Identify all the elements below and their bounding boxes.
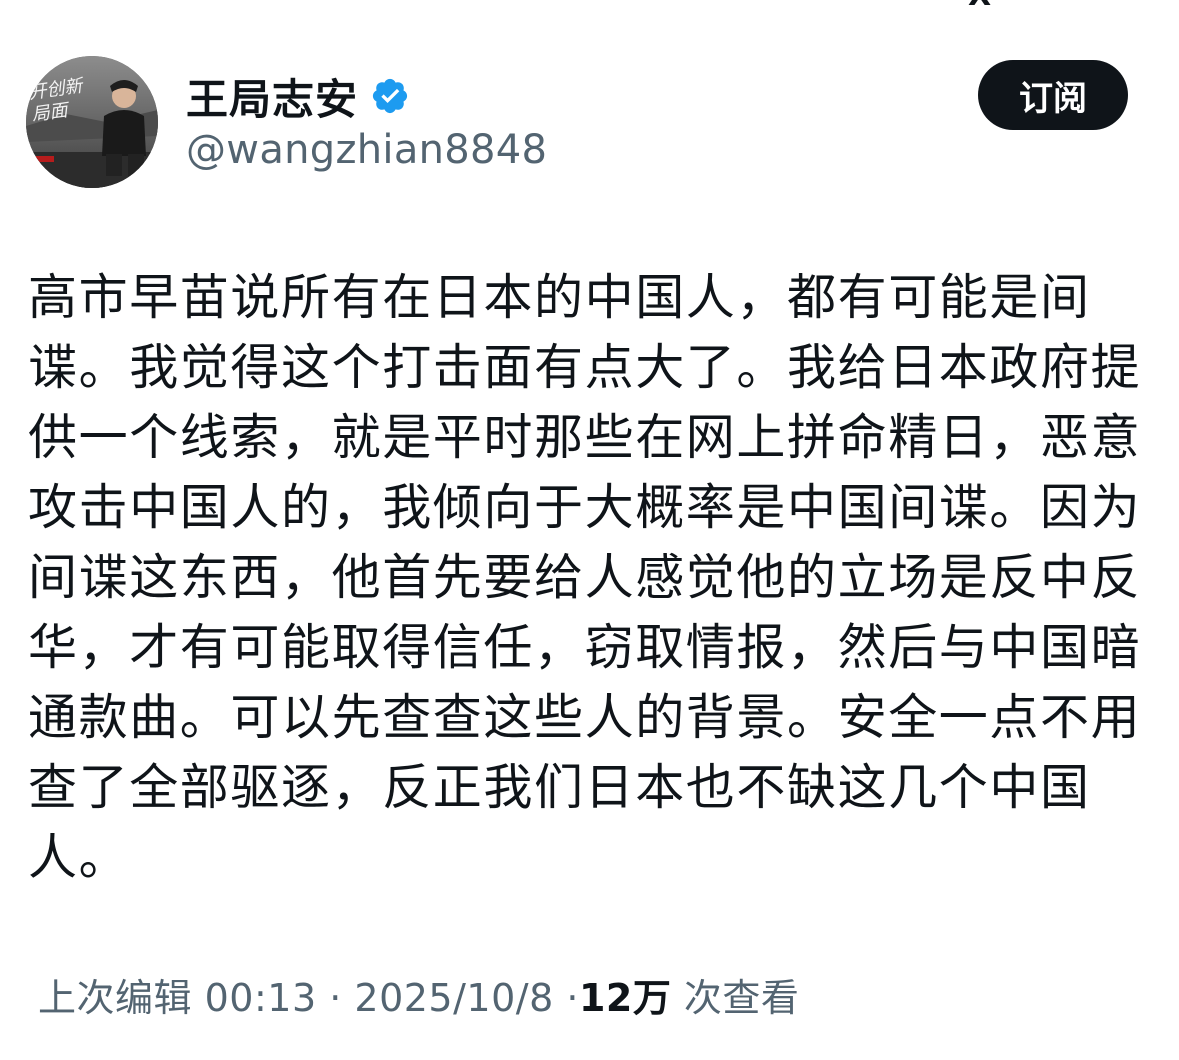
tweet-line: 华，才有可能取得信任，窃取情报，然后与中国暗 (28, 619, 1142, 676)
meta-separator: · (566, 976, 579, 1020)
subscribe-button[interactable]: 订阅 (978, 60, 1128, 130)
verified-badge-icon (372, 78, 408, 114)
tweet-line: 人。 (28, 829, 130, 886)
tweet-line: 查了全部驱逐，反正我们日本也不缺这几个中国 (28, 759, 1091, 816)
tweet-line: 高市早苗说所有在日本的中国人，都有可能是间 (28, 269, 1091, 326)
post-time[interactable]: 00:13 (205, 976, 317, 1020)
views-count: 12万 (578, 976, 672, 1020)
display-name[interactable]: 王局志安 (186, 66, 358, 127)
author-name-row[interactable]: 王局志安 (186, 68, 410, 124)
views-label: 次查看 (683, 976, 800, 1020)
tweet-line: 供一个线索，就是平时那些在网上拼命精日，恶意 (28, 409, 1142, 466)
post-date[interactable]: 2025/10/8 (354, 976, 553, 1020)
tweet-line: 攻击中国人的，我倾向于大概率是中国间谍。因为 (28, 479, 1142, 536)
meta-separator: · (329, 976, 342, 1020)
tweet-meta: 上次编辑 00:13 · 2025/10/8 ·12万 次查看 (38, 970, 799, 1026)
x-logo-icon: X (968, 0, 1028, 6)
edited-label[interactable]: 上次编辑 (38, 976, 192, 1020)
tweet-line: 间谍这东西，他首先要给人感觉他的立场是反中反 (28, 549, 1142, 606)
tweet-line: 通款曲。可以先查查这些人的背景。安全一点不用 (28, 689, 1142, 746)
tweet-text: 高市早苗说所有在日本的中国人，都有可能是间 谍。我觉得这个打击面有点大了。我给日… (28, 263, 1158, 893)
user-handle[interactable]: @wangzhian8848 (186, 124, 547, 176)
avatar[interactable]: 开创新局面 (26, 56, 158, 188)
tweet-line: 谍。我觉得这个打击面有点大了。我给日本政府提 (28, 339, 1142, 396)
